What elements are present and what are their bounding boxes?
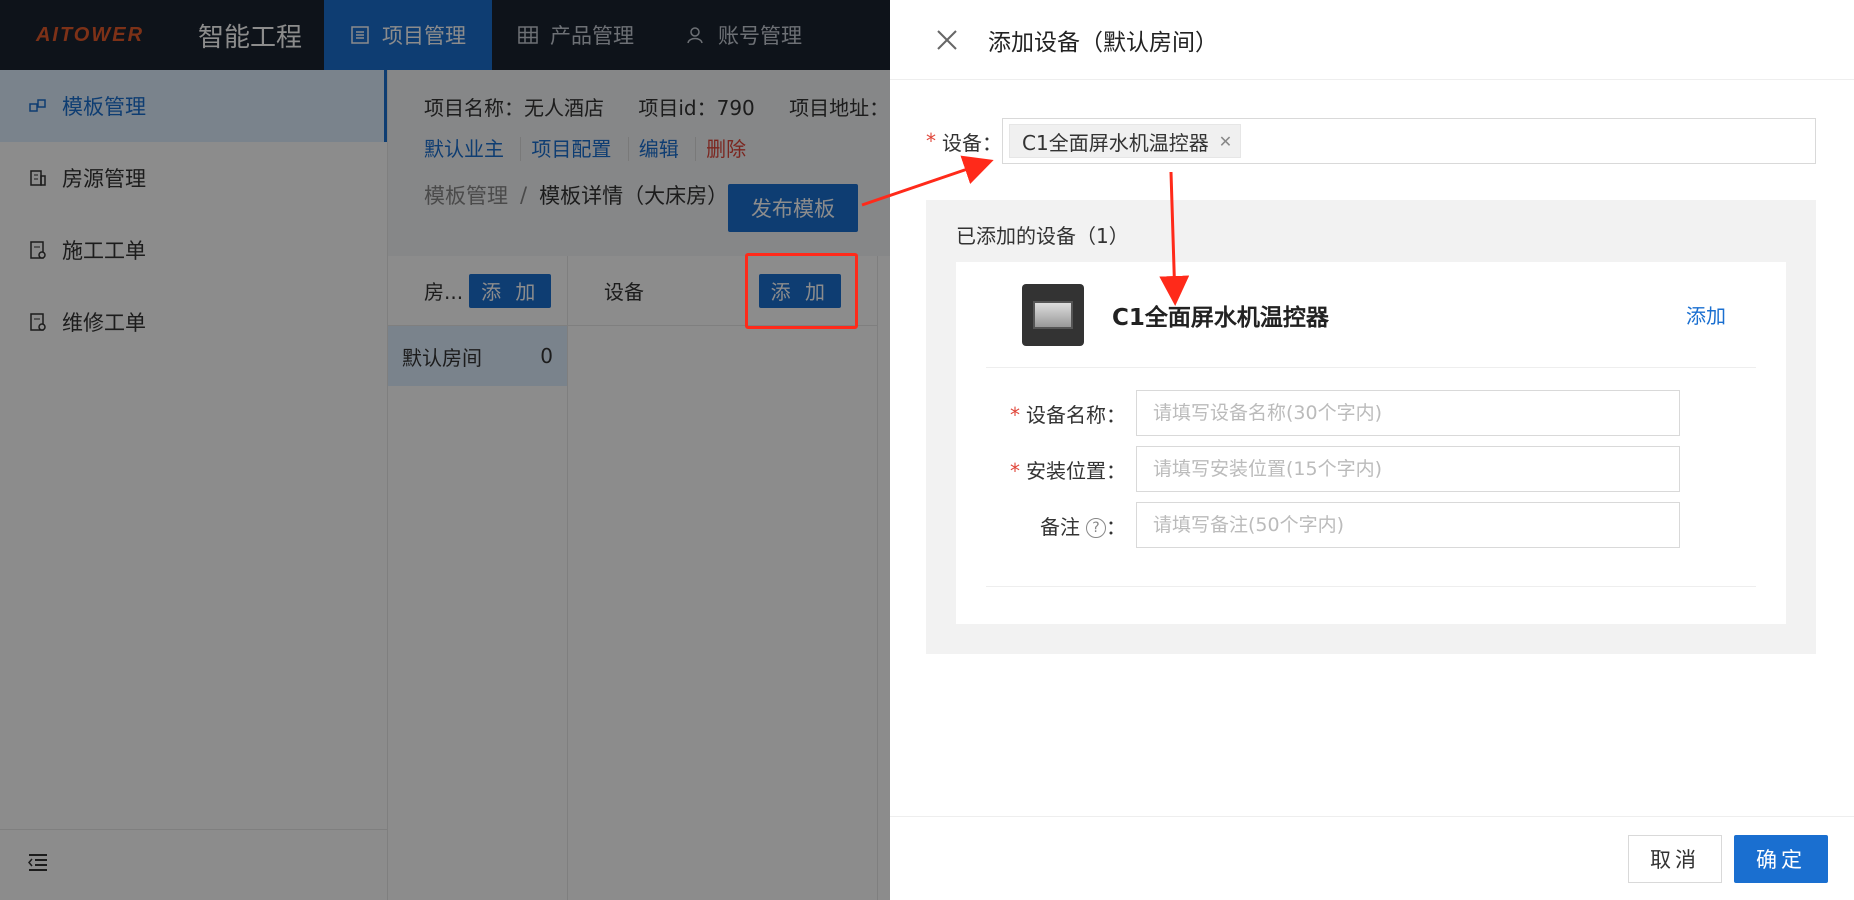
device-name-input[interactable] — [1136, 390, 1680, 436]
added-devices-title: 已添加的设备（1） — [956, 224, 1129, 248]
device-card: C1全面屏水机温控器 添加 *设备名称： *安装位置： 备注?： — [956, 262, 1786, 624]
device-card-add-link[interactable]: 添加 — [1686, 300, 1726, 329]
modal-mask[interactable] — [0, 0, 890, 900]
required-mark: * — [1010, 458, 1020, 483]
added-devices-section: 已添加的设备（1） C1全面屏水机温控器 添加 *设备名称： *安装位置： 备注… — [926, 200, 1816, 654]
annotation-highlight-box — [745, 253, 858, 329]
tag-remove-icon[interactable]: ✕ — [1219, 132, 1232, 151]
cancel-button[interactable]: 取消 — [1628, 834, 1722, 883]
drawer-title: 添加设备（默认房间） — [988, 29, 1218, 56]
device-select-row: * 设备： C1全面屏水机温控器 ✕ — [926, 118, 1816, 164]
drawer-footer: 取消 确定 — [890, 816, 1854, 900]
selected-device-tag-label: C1全面屏水机温控器 — [1022, 130, 1209, 155]
install-location-input[interactable] — [1136, 446, 1680, 492]
install-location-row: * 安装位置： — [986, 446, 1680, 492]
device-name-label: 设备名称： — [1026, 402, 1126, 427]
selected-device-tag: C1全面屏水机温控器 ✕ — [1009, 124, 1242, 158]
confirm-button[interactable]: 确定 — [1734, 834, 1828, 883]
device-card-name: C1全面屏水机温控器 — [1112, 304, 1329, 331]
help-icon[interactable]: ? — [1086, 518, 1106, 538]
required-mark: * — [1010, 402, 1020, 427]
device-label: 设备： — [942, 130, 1002, 155]
thermostat-image — [1022, 283, 1084, 346]
add-device-drawer: 添加设备（默认房间） * 设备： C1全面屏水机温控器 ✕ 已添加的设备（1） … — [890, 0, 1854, 900]
device-name-row: * 设备名称： — [986, 390, 1680, 436]
install-location-label: 安装位置： — [1026, 458, 1126, 483]
device-select[interactable]: C1全面屏水机温控器 ✕ — [1002, 118, 1816, 164]
required-mark: * — [926, 129, 936, 153]
remark-input[interactable] — [1136, 502, 1680, 548]
remark-label: 备注 — [1040, 514, 1080, 539]
card-divider — [986, 586, 1756, 587]
close-icon[interactable] — [936, 29, 958, 51]
remark-row: 备注?： — [986, 502, 1680, 548]
